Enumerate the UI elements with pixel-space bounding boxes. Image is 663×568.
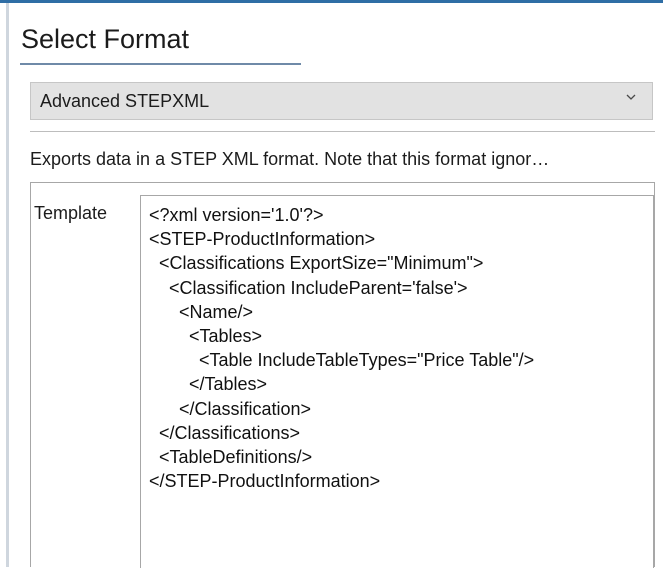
format-description: Exports data in a STEP XML format. Note …: [30, 149, 550, 169]
format-dropdown[interactable]: Advanced STEPXML: [30, 82, 653, 120]
template-code-line: </Tables>: [149, 374, 268, 395]
template-code-line: <?xml version='1.0'?>: [149, 205, 324, 225]
template-code-line: <Classifications ExportSize="Minimum">: [149, 253, 484, 274]
template-code-line: <Classification IncludeParent='false'>: [149, 277, 468, 298]
template-code-line: <STEP-ProductInformation>: [149, 229, 376, 250]
template-label: Template: [34, 203, 108, 223]
template-code-line: </STEP-ProductInformation>: [149, 471, 381, 492]
window-top-border: [0, 0, 663, 3]
template-code-line: </Classifications>: [149, 422, 301, 443]
template-code-line: </Classification>: [149, 398, 312, 419]
panel-left-edge: [6, 3, 9, 567]
template-code-line: <TableDefinitions/>: [149, 446, 313, 467]
section-title: Select Format: [21, 24, 190, 54]
template-panel: Template <?xml version='1.0'?> <STEP-Pro…: [30, 182, 655, 568]
template-code-line: <Name/>: [149, 301, 254, 322]
format-dropdown-value: Advanced STEPXML: [40, 91, 210, 111]
section-title-underline: [20, 63, 301, 65]
template-editor[interactable]: <?xml version='1.0'?> <STEP-ProductInfor…: [140, 195, 654, 568]
divider: [30, 131, 655, 132]
template-code-line: <Tables>: [149, 325, 263, 346]
chevron-down-icon: [626, 94, 636, 100]
template-code-line: <Table IncludeTableTypes="Price Table"/>: [149, 350, 535, 371]
